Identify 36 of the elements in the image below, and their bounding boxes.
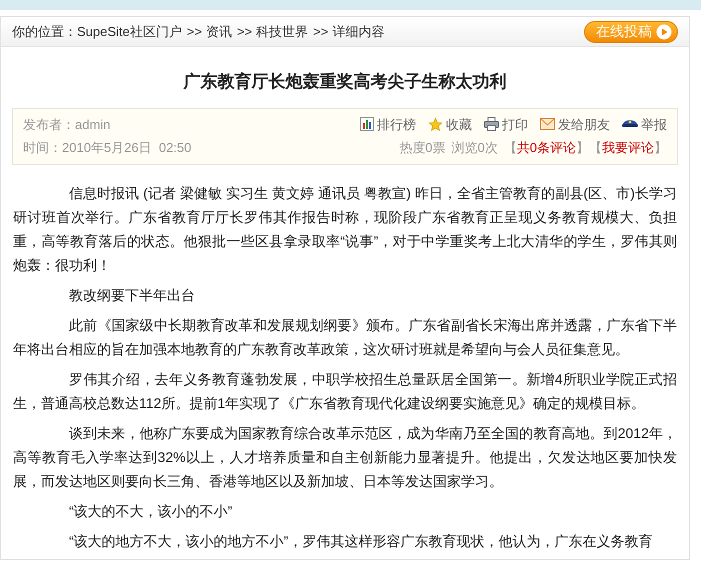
star-icon xyxy=(428,116,443,132)
action-link[interactable]: 举报 xyxy=(622,114,667,134)
article-paragraph: 教改纲要下半年出台 xyxy=(68,286,196,304)
article-paragraph: “该大的不大，该小的不小” xyxy=(68,502,234,520)
publisher-text: 发布者：admin xyxy=(23,116,112,134)
article-paragraph: 罗伟其介绍，去年义务教育蓬勃发展，中职学校招生总量跃居全国第一。新增4所职业学院正式招生，普通高校总数达112所。提前1年实现了《广东省教育现代化建设纲要实施意见》确定的规模目标。 xyxy=(13,370,677,412)
article-paragraph: 谈到未来，他称广东要成为国家教育综合改革示范区，成为华南乃至全国的教育高地。到2012年，高等教育毛入学率达到32%以上，人才培养质量和自主创新能力显著提升。他提出，欠发达地区要加快发展，而发达地区则要向长三角、香港等地区以及新加坡、日本等发达国家学习。 xyxy=(13,424,677,490)
breadcrumb-separator: >> xyxy=(186,22,202,41)
bracket: 【 xyxy=(589,139,602,157)
play-icon xyxy=(656,24,672,40)
action-link[interactable]: 打印 xyxy=(484,114,528,134)
article-title: 广东教育厅长炮轰重奖高考尖子生称太功利 xyxy=(182,71,508,93)
bracket: 】 xyxy=(576,139,589,157)
breadcrumb-link[interactable]: SupeSite社区门户 xyxy=(77,22,182,42)
breadcrumb-label: 你的位置： xyxy=(12,22,77,41)
breadcrumb-link[interactable]: 详细内容 xyxy=(332,22,384,42)
breadcrumb-separator: >> xyxy=(236,22,252,41)
article-paragraph: 此前《国家级中长期教育改革和发展规划纲要》颁布。广东省副省长宋海出席并透露，广东省下半年将出台相应的旨在加强本地教育的广东教育改革政策，这次研讨班就是希望向与会人员征集意见。 xyxy=(13,316,677,358)
bracket: 】 xyxy=(654,139,667,157)
printer-icon xyxy=(484,117,499,132)
action-link[interactable]: 收藏 xyxy=(428,114,472,134)
view-count: 浏览0次 xyxy=(452,139,498,157)
bracket: 【 xyxy=(504,139,517,157)
publish-time: 时间：2010年5月26日 02:50 xyxy=(23,139,192,157)
comment-link[interactable]: 共0条评论 xyxy=(516,138,576,158)
action-link[interactable]: 发给朋友 xyxy=(540,114,610,134)
article-paragraph: 信息时报讯 (记者 梁健敏 实习生 黄文婷 通讯员 粤教宣) 昨日，全省主管教育的副县(区、市)长学习研讨班首次举行。广东省教育厅厅长罗伟其作报告时称，现阶段广东省教育正呈现义务教育规模大、负担重，高等教育落后的状态。他狠批一些区县拿录取率“说事”，对于中学重奖考上北大清华的学生，罗伟其则炮轰：很功利！ xyxy=(13,184,677,274)
breadcrumb-link[interactable]: 科技世界 xyxy=(256,22,308,42)
envelope-icon xyxy=(540,118,555,130)
breadcrumb-link[interactable]: 资讯 xyxy=(206,22,232,42)
breadcrumb-separator: >> xyxy=(313,22,328,41)
heat-count: 热度0票 xyxy=(399,139,446,157)
bar-chart-icon xyxy=(360,117,374,132)
comment-link[interactable]: 我要评论 xyxy=(602,138,654,158)
article-paragraph: “该大的地方不大，该小的地方不小”，罗伟其这样形容广东教育现状，他认为，广东在义务教育 xyxy=(68,532,654,550)
action-link[interactable]: 排行榜 xyxy=(360,114,416,134)
